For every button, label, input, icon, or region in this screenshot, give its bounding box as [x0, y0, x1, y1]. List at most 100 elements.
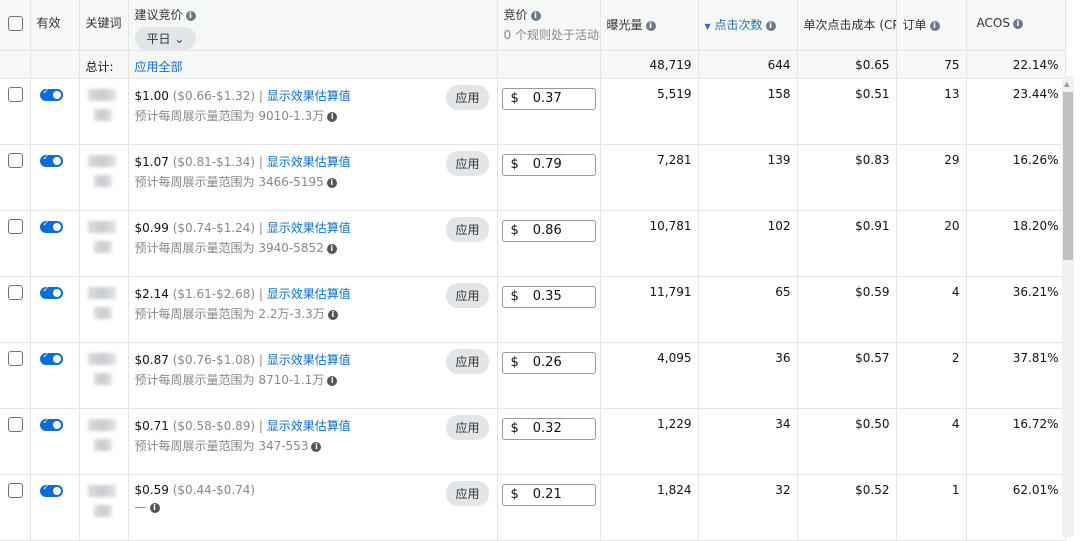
show-estimate-link[interactable]: 显示效果估算值 [267, 353, 351, 367]
orders: 4 [896, 408, 967, 475]
keyword-redacted [93, 109, 112, 121]
suggested-bid: $2.14 [134, 287, 169, 301]
keyword-redacted [87, 155, 116, 167]
header-cpc[interactable]: 单次点击成本 (CPC) [797, 0, 897, 51]
day-filter-dropdown[interactable]: 平日 ⌄ [134, 27, 197, 50]
info-icon[interactable]: i [530, 10, 541, 21]
apply-button[interactable]: 应用 [446, 349, 489, 374]
acos: 23.44% [966, 78, 1066, 145]
clicks: 102 [698, 210, 798, 277]
bid-value: 0.35 [532, 289, 562, 304]
active-toggle[interactable] [39, 417, 63, 431]
info-icon[interactable]: i [326, 243, 337, 254]
acos: 62.01% [966, 474, 1066, 541]
info-icon[interactable]: i [929, 20, 940, 31]
show-estimate-link[interactable]: 显示效果估算值 [267, 287, 351, 301]
weekly-impressions-estimate: — [134, 500, 147, 514]
apply-all-link[interactable]: 应用全部 [128, 50, 498, 79]
header-impressions[interactable]: 曝光量 [607, 18, 643, 32]
bid-input[interactable]: $0.86 [501, 220, 596, 242]
vertical-scrollbar[interactable]: ▲ [1062, 76, 1074, 537]
scrollbar-thumb[interactable] [1063, 92, 1073, 260]
info-icon[interactable]: i [765, 20, 776, 31]
keyword-redacted [93, 175, 112, 187]
apply-button[interactable]: 应用 [446, 481, 489, 506]
suggested-range: ($0.58-$0.89) [172, 419, 256, 433]
apply-button[interactable]: 应用 [446, 283, 489, 308]
suggested-range: ($0.76-$1.08) [172, 353, 256, 367]
total-label: 总计: [79, 50, 129, 79]
total-impressions: 48,719 [600, 50, 699, 79]
suggested-range: ($0.44-$0.74) [172, 483, 256, 497]
scroll-up-icon[interactable]: ▲ [1064, 80, 1069, 88]
row-checkbox[interactable] [8, 483, 23, 498]
keyword-redacted [87, 287, 116, 299]
header-bid[interactable]: 竞价 [504, 8, 528, 22]
row-checkbox[interactable] [8, 153, 23, 168]
active-toggle[interactable] [39, 87, 63, 101]
impressions: 1,229 [600, 408, 699, 475]
total-acos: 22.14% [966, 50, 1066, 79]
bid-input[interactable]: $0.32 [501, 418, 596, 440]
bid-input[interactable]: $0.21 [501, 484, 596, 506]
table-row: 应用 $0.99 ($0.74-$1.24) | 显示效果估算值 预计每周展示量… [0, 210, 1066, 277]
acos: 36.21% [966, 276, 1066, 343]
active-toggle[interactable] [39, 351, 63, 365]
info-icon[interactable]: i [327, 309, 338, 320]
keyword-redacted [93, 505, 112, 517]
info-icon[interactable]: i [327, 111, 338, 122]
active-toggle[interactable] [39, 219, 63, 233]
row-checkbox[interactable] [8, 87, 23, 102]
bid-input[interactable]: $0.79 [501, 154, 596, 176]
total-orders: 75 [896, 50, 967, 79]
header-acos[interactable]: ACOS [977, 16, 1010, 30]
cpc: $0.50 [797, 408, 897, 475]
acos: 16.72% [966, 408, 1066, 475]
bid-input[interactable]: $0.26 [501, 352, 596, 374]
apply-button[interactable]: 应用 [446, 85, 489, 110]
bid-value: 0.86 [532, 223, 562, 238]
row-checkbox[interactable] [8, 219, 23, 234]
apply-button[interactable]: 应用 [446, 217, 489, 242]
currency-symbol: $ [510, 289, 519, 304]
orders: 1 [896, 474, 967, 541]
bid-value: 0.79 [532, 157, 562, 172]
weekly-impressions-estimate: 预计每周展示量范围为 2.2万-3.3万 [134, 307, 325, 321]
table-row: 应用 $0.59 ($0.44-$0.74) —i $0.21 1,824 32… [0, 474, 1066, 541]
show-estimate-link[interactable]: 显示效果估算值 [267, 221, 351, 235]
suggested-bid: $0.71 [134, 419, 169, 433]
bid-input[interactable]: $0.35 [501, 286, 596, 308]
separator: | [258, 353, 263, 367]
apply-button[interactable]: 应用 [446, 415, 489, 440]
info-icon[interactable]: i [645, 20, 656, 31]
bid-input[interactable]: $0.37 [501, 88, 596, 110]
show-estimate-link[interactable]: 显示效果估算值 [267, 419, 351, 433]
keyword-redacted [93, 241, 112, 253]
active-toggle[interactable] [39, 483, 63, 497]
header-active: 有效 [30, 0, 80, 51]
info-icon[interactable]: i [185, 10, 196, 21]
active-toggle[interactable] [39, 153, 63, 167]
info-icon[interactable]: i [326, 177, 337, 188]
currency-symbol: $ [510, 421, 519, 436]
orders: 29 [896, 144, 967, 211]
table-row: 应用 $2.14 ($1.61-$2.68) | 显示效果估算值 预计每周展示量… [0, 276, 1066, 343]
row-checkbox[interactable] [8, 351, 23, 366]
show-estimate-link[interactable]: 显示效果估算值 [267, 89, 351, 103]
keyword-redacted [87, 89, 116, 101]
info-icon[interactable]: i [311, 441, 322, 452]
row-checkbox[interactable] [8, 417, 23, 432]
header-orders[interactable]: 订单 [903, 18, 927, 32]
info-icon[interactable]: i [1012, 18, 1023, 29]
info-icon[interactable]: i [327, 375, 338, 386]
header-suggested-bid[interactable]: 建议竞价 [135, 8, 183, 22]
info-icon[interactable]: i [149, 502, 160, 513]
header-clicks[interactable]: 点击次数 [714, 18, 762, 32]
row-checkbox[interactable] [8, 285, 23, 300]
show-estimate-link[interactable]: 显示效果估算值 [267, 155, 351, 169]
clicks: 34 [698, 408, 798, 475]
select-all-checkbox[interactable] [8, 16, 23, 31]
apply-button[interactable]: 应用 [446, 151, 489, 176]
active-toggle[interactable] [39, 285, 63, 299]
bid-value: 0.21 [532, 487, 562, 502]
